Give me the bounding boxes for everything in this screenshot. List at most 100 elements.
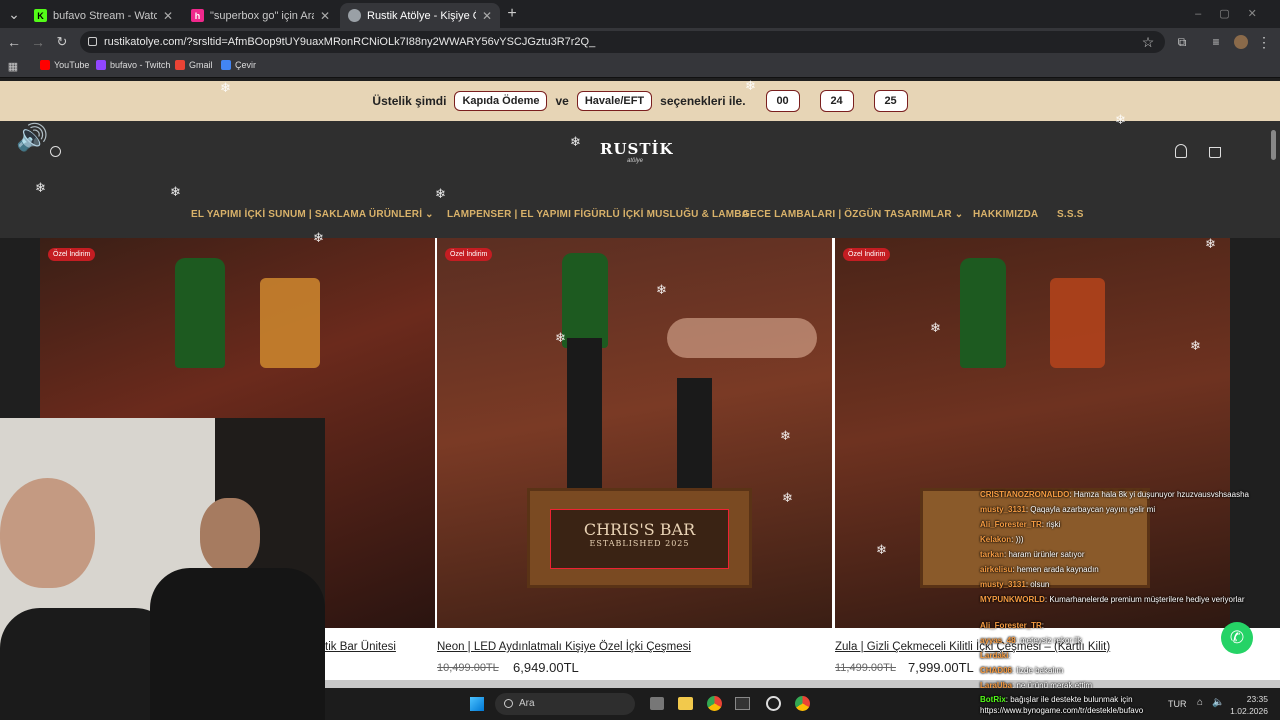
search-icon: [504, 699, 513, 708]
tab-2[interactable]: Rustik Atölye - Kişiye Özel İ ✕: [340, 3, 500, 28]
nav-item-presentation[interactable]: EL YAPIMI İÇKİ SUNUM | SAKLAMA ÜRÜNLERİ …: [191, 209, 434, 220]
bank-transfer-button[interactable]: Havale/EFT: [576, 91, 653, 111]
tap-image: [567, 338, 602, 488]
menu-icon[interactable]: ⋮: [1256, 28, 1272, 56]
chevron-down-icon: ⌄: [954, 209, 964, 220]
sale-price: 7,999.00TL: [908, 660, 974, 675]
chat-user: musty_3131: [980, 580, 1026, 589]
close-tab-icon[interactable]: ✕: [320, 9, 330, 23]
chat-message: musty_3131: olsun: [980, 580, 1049, 589]
bottle-image: [1050, 278, 1105, 368]
chat-user: Kelakon: [980, 535, 1012, 544]
nav-item-lampenser[interactable]: LAMPENSER | EL YAPIMI FİGÜRLÜ İÇKİ MUSLU…: [447, 209, 749, 220]
chat-text: :: [1041, 621, 1045, 630]
language-indicator[interactable]: TUR: [1168, 699, 1187, 709]
snowflake-icon: ❄: [313, 230, 324, 245]
kick-icon: K: [34, 9, 47, 22]
nav-item-about[interactable]: HAKKIMIZDA: [973, 209, 1038, 220]
tab-search-chevron-icon[interactable]: ⌄: [4, 0, 24, 28]
snowflake-icon: ❄: [745, 78, 756, 93]
twitch-icon: [96, 60, 106, 70]
reload-icon[interactable]: ↻: [52, 28, 72, 56]
site-info-icon[interactable]: [88, 37, 97, 46]
wooden-base-image: CHRIS'S BAR ESTABLISHED 2025: [527, 488, 752, 588]
nav-label: HAKKIMIZDA: [973, 209, 1039, 220]
url-field[interactable]: rustikatolye.com/?srsltid=AfmBOop9tUY9ua…: [80, 31, 1165, 53]
chrome-icon[interactable]: [795, 696, 810, 711]
chat-message: ayyas_48: meteysiz rekor ilk: [980, 636, 1082, 645]
logo-subtext: atölye: [626, 158, 643, 164]
youtube-icon: [40, 60, 50, 70]
clock-date[interactable]: 1.02.2026: [1228, 706, 1268, 716]
close-tab-icon[interactable]: ✕: [163, 9, 173, 23]
snowflake-icon: ❄: [1190, 338, 1201, 353]
bookmark-gmail[interactable]: Gmail: [175, 60, 213, 70]
chat-text: : rişki: [1041, 520, 1061, 529]
product-name[interactable]: tik Bar Ünitesi: [325, 641, 396, 653]
old-price: 11,499.00TL: [835, 662, 896, 674]
chat-user: ayyas_48: [980, 636, 1016, 645]
search-icon[interactable]: [50, 146, 61, 157]
cash-on-delivery-button[interactable]: Kapıda Ödeme: [454, 91, 548, 111]
terminal-icon[interactable]: [735, 697, 750, 710]
volume-icon[interactable]: 🔈: [1212, 697, 1224, 708]
snowflake-icon: ❄: [220, 80, 231, 95]
close-tab-icon[interactable]: ✕: [482, 9, 492, 23]
snowflake-icon: ❄: [435, 186, 446, 201]
chat-message: Ali_Forester_TR:: [980, 621, 1044, 630]
profile-avatar[interactable]: [1234, 35, 1248, 49]
discount-badge: Özel İndirim: [48, 248, 96, 261]
media-icon[interactable]: ≡: [1206, 28, 1226, 56]
back-icon[interactable]: ←: [4, 28, 24, 56]
file-explorer-icon[interactable]: [678, 697, 693, 710]
snowflake-icon: ❄: [555, 330, 566, 345]
site-logo[interactable]: RUSTİK atölye: [600, 140, 673, 180]
promo-text: seçenekleri ile.: [660, 94, 746, 108]
apps-grid-icon[interactable]: ▦: [5, 53, 21, 81]
obs-icon[interactable]: [766, 696, 781, 711]
snowflake-icon: ❄: [1115, 112, 1126, 127]
promo-bar: Üstelik şimdi Kapıda Ödeme ve Havale/EFT…: [0, 81, 1280, 121]
network-icon[interactable]: ⌂: [1197, 697, 1203, 708]
scrollbar-thumb[interactable]: [1271, 130, 1276, 160]
start-icon[interactable]: [470, 697, 484, 711]
task-view-icon[interactable]: [650, 697, 664, 710]
guest-head: [200, 498, 260, 573]
bar-sign-text: CHRIS'S BAR: [583, 520, 696, 539]
bookmark-youtube[interactable]: YouTube: [40, 60, 89, 70]
chat-user: Ali_Forester_TR: [980, 520, 1042, 529]
chrome-icon[interactable]: [707, 696, 722, 711]
tab-1[interactable]: h "superbox go" için Arama Sonu ✕: [183, 3, 338, 28]
speaker-icon[interactable]: 🔊: [16, 122, 50, 152]
streamer-head: [0, 478, 95, 588]
bookmark-star-icon[interactable]: ☆: [1138, 28, 1158, 56]
bookmark-translate[interactable]: Çevir: [221, 60, 256, 70]
bookmark-twitch[interactable]: bufavo - Twitch: [96, 60, 170, 70]
chat-message: tarkan: haram ürünler satıyor: [980, 550, 1085, 559]
product-card-1[interactable]: Özel İndirim CHRIS'S BAR ESTABLISHED 202…: [437, 238, 832, 628]
chat-message: airkelisu: hemen arada kaynadın: [980, 565, 1099, 574]
tab-0[interactable]: K bufavo Stream - Watch Live on ✕: [26, 3, 181, 28]
extensions-icon[interactable]: ⧉: [1172, 28, 1192, 56]
new-tab-icon[interactable]: +: [503, 0, 521, 28]
forward-icon[interactable]: →: [28, 28, 48, 56]
snowflake-icon: ❄: [1205, 236, 1216, 251]
window-controls[interactable]: –▢✕: [1195, 0, 1275, 28]
countdown-hours: 00: [765, 90, 800, 112]
bookmark-label: bufavo - Twitch: [110, 60, 171, 70]
chat-text: : ))): [1011, 535, 1024, 544]
snowflake-icon: ❄: [876, 542, 887, 557]
account-icon[interactable]: [1175, 144, 1187, 158]
product-name[interactable]: Neon | LED Aydınlatmalı Kişiye Özel İçki…: [437, 641, 691, 653]
cart-icon[interactable]: [1209, 147, 1221, 158]
nav-item-night-lamps[interactable]: GECE LAMBALARI | ÖZGÜN TASARIMLAR ⌄: [742, 209, 963, 220]
nav-item-faq[interactable]: S.S.S: [1057, 209, 1084, 220]
whatsapp-icon[interactable]: ✆: [1221, 622, 1253, 654]
webcam-overlay: [0, 418, 325, 720]
chat-text: : Qaqayla azarbaycan yayını gelir mi: [1025, 505, 1156, 514]
snowflake-icon: ❄: [570, 134, 581, 149]
chat-text: :: [1008, 651, 1011, 660]
clock-time[interactable]: 23:35: [1238, 694, 1268, 704]
translate-icon: [221, 60, 231, 70]
taskbar-search[interactable]: Ara: [495, 693, 635, 715]
